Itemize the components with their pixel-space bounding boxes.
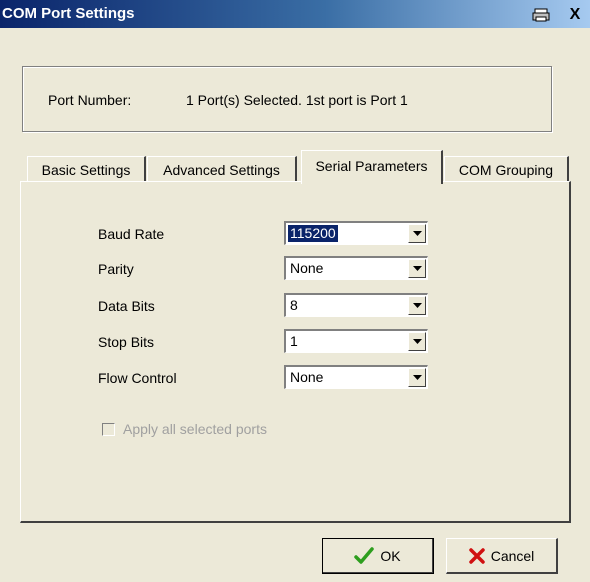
cancel-label: Cancel — [490, 547, 535, 564]
window-title: COM Port Settings — [2, 5, 135, 22]
apply-all-label: Apply all selected ports — [123, 421, 267, 437]
printer-icon[interactable] — [530, 6, 552, 24]
stop-bits-select[interactable]: 1 — [284, 329, 428, 353]
parity-label: Parity — [98, 261, 134, 277]
port-number-value: 1 Port(s) Selected. 1st port is Port 1 — [186, 92, 408, 108]
close-button[interactable]: X — [564, 6, 586, 24]
data-bits-value: 8 — [290, 297, 298, 313]
chevron-down-icon[interactable] — [408, 224, 426, 243]
flow-control-value: None — [290, 369, 324, 385]
tab-serial-parameters[interactable]: Serial Parameters — [301, 150, 443, 184]
data-bits-select[interactable]: 8 — [284, 293, 428, 317]
flow-control-select[interactable]: None — [284, 365, 428, 389]
cancel-button[interactable]: Cancel — [446, 538, 558, 574]
tab-strip: Basic Settings Advanced Settings Serial … — [20, 150, 570, 184]
checkmark-icon — [354, 546, 375, 565]
chevron-down-icon[interactable] — [408, 296, 426, 315]
apply-all-checkbox — [102, 422, 115, 436]
baud-rate-value: 115200 — [287, 224, 339, 243]
tab-basic-settings[interactable]: Basic Settings — [27, 156, 146, 182]
baud-rate-select[interactable]: 115200 — [284, 221, 428, 245]
com-port-settings-dialog: COM Port Settings X Port Number: 1 Port(… — [0, 0, 590, 582]
x-icon — [468, 547, 485, 564]
ok-label: OK — [380, 547, 401, 564]
baud-rate-label: Baud Rate — [98, 226, 165, 242]
chevron-down-icon[interactable] — [408, 259, 426, 278]
title-bar[interactable]: COM Port Settings X — [0, 0, 590, 28]
port-number-group: Port Number: 1 Port(s) Selected. 1st por… — [22, 66, 552, 132]
stop-bits-value: 1 — [290, 333, 298, 349]
flow-control-label: Flow Control — [98, 370, 177, 386]
port-number-label: Port Number: — [48, 92, 132, 108]
tab-advanced-settings[interactable]: Advanced Settings — [147, 156, 297, 182]
parity-select[interactable]: None — [284, 256, 428, 280]
data-bits-label: Data Bits — [98, 298, 155, 314]
ok-button[interactable]: OK — [322, 538, 434, 574]
parity-value: None — [290, 260, 324, 276]
chevron-down-icon[interactable] — [408, 368, 426, 387]
tab-com-grouping[interactable]: COM Grouping — [444, 156, 569, 182]
stop-bits-label: Stop Bits — [98, 334, 155, 350]
chevron-down-icon[interactable] — [408, 332, 426, 351]
apply-all-ports-option: Apply all selected ports — [102, 421, 267, 437]
